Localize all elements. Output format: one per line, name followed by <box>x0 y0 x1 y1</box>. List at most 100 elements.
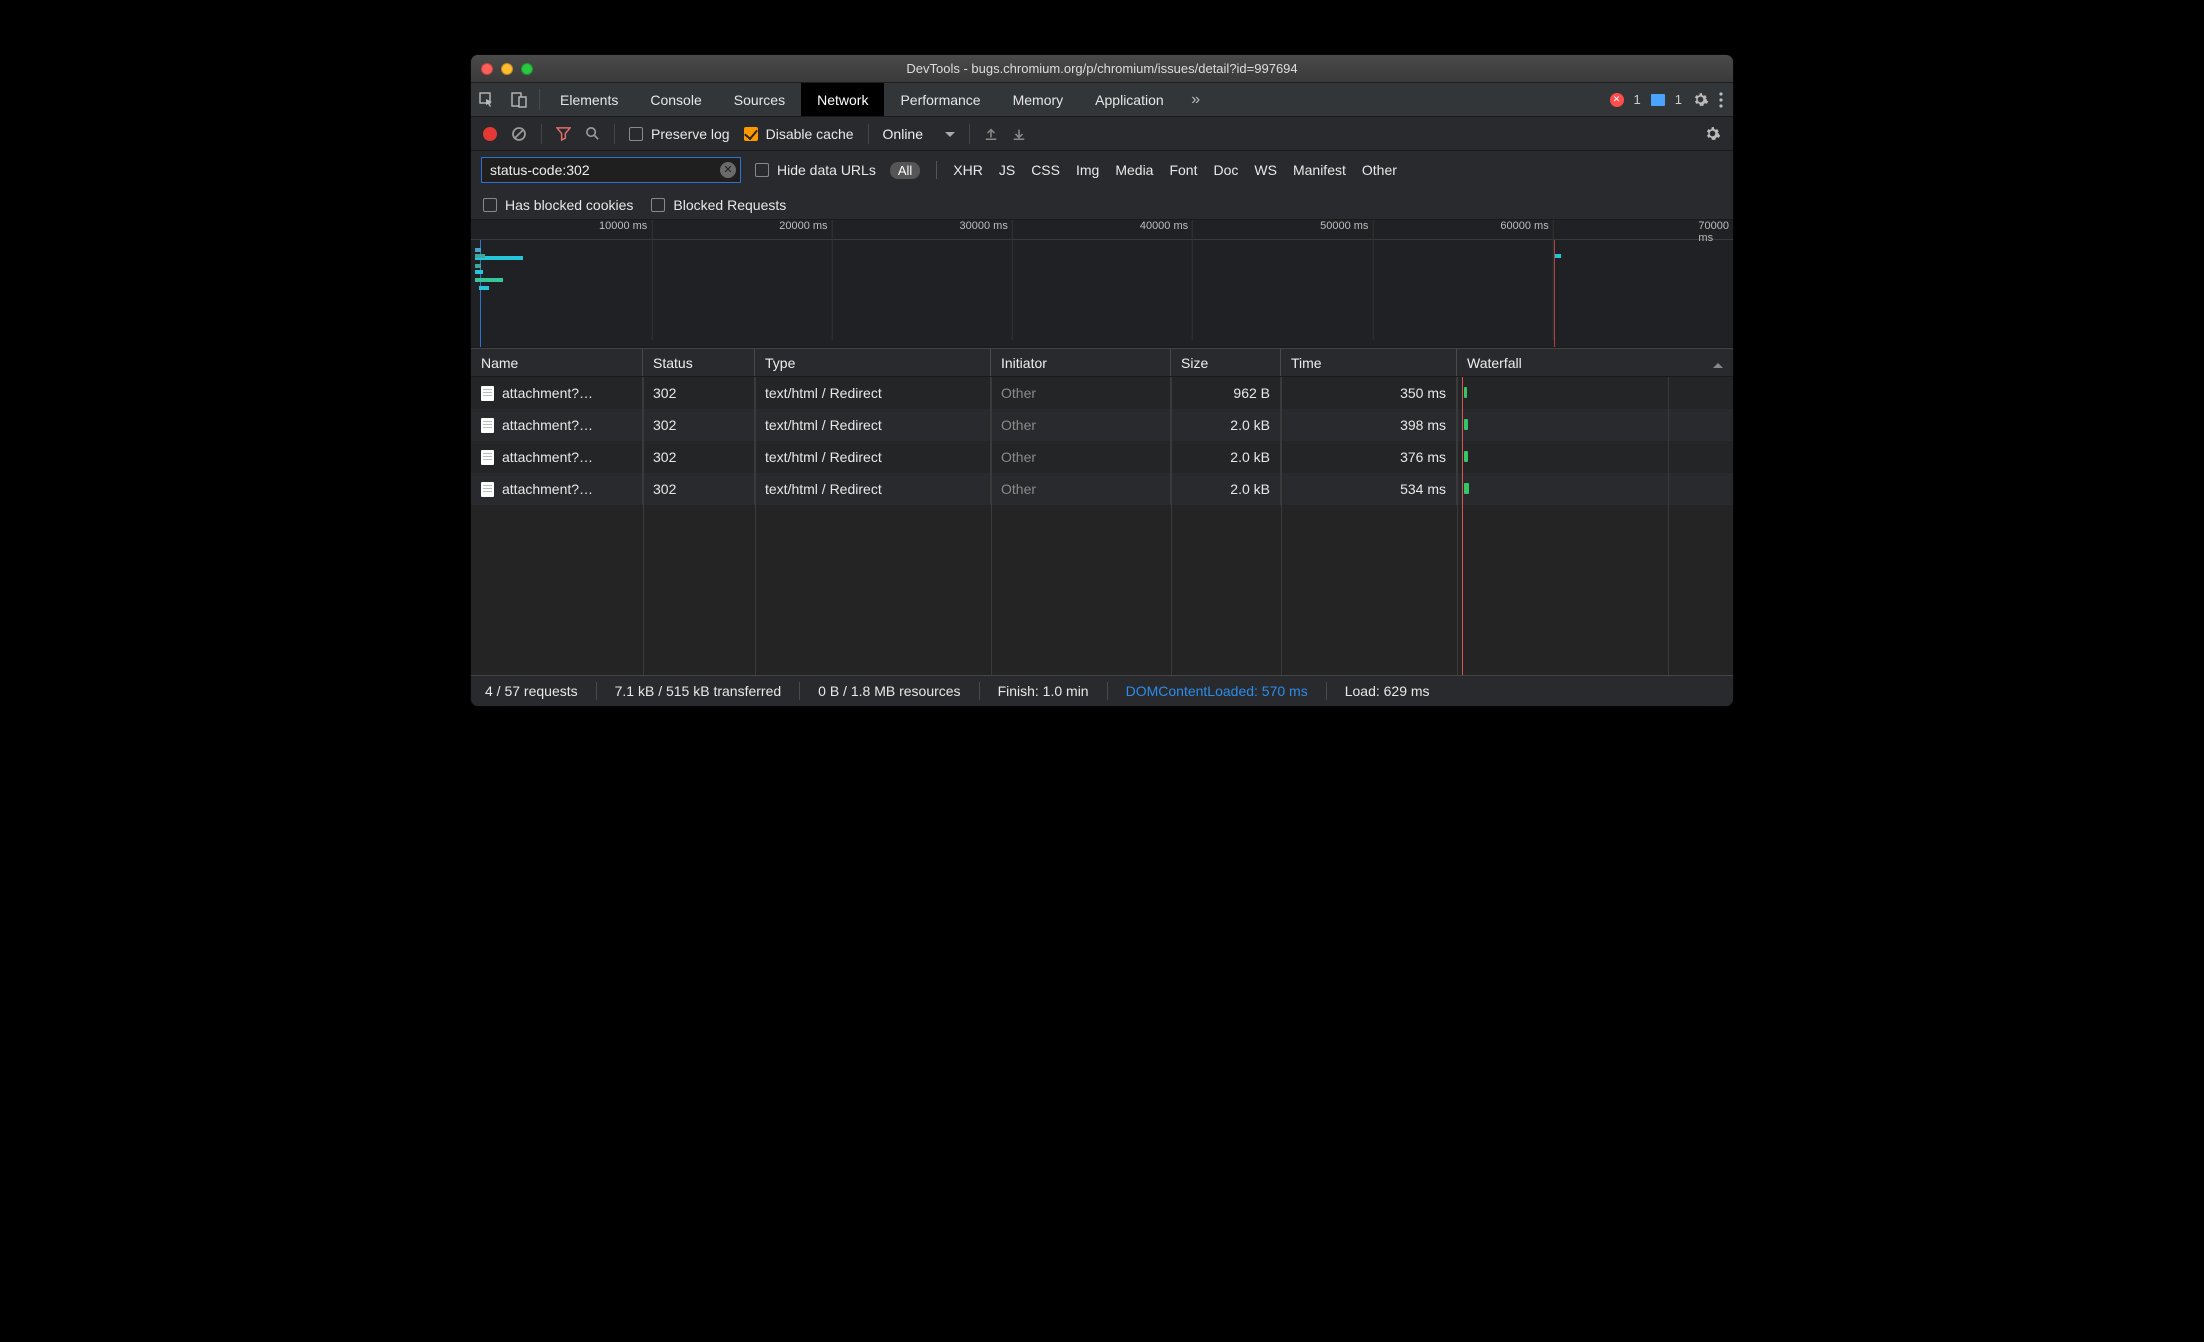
col-header-waterfall[interactable]: Waterfall <box>1457 349 1733 376</box>
checkbox-checked-icon <box>744 127 758 141</box>
type-filter-other[interactable]: Other <box>1362 162 1397 178</box>
col-header-type[interactable]: Type <box>755 349 991 376</box>
errors-count[interactable]: 1 <box>1634 92 1641 107</box>
window-titlebar: DevTools - bugs.chromium.org/p/chromium/… <box>471 55 1733 83</box>
sort-asc-icon <box>1713 358 1723 368</box>
requests-table-body: attachment?… 302 text/html / Redirect Other… <box>471 377 1733 675</box>
cell-name: attachment?… <box>502 385 593 401</box>
checkbox-unchecked-icon <box>629 127 643 141</box>
preserve-log-checkbox[interactable]: Preserve log <box>629 126 730 142</box>
search-icon[interactable] <box>585 126 600 141</box>
file-icon <box>481 418 494 433</box>
table-row[interactable]: attachment?…302text/html / RedirectOther… <box>471 473 1733 505</box>
cell-status: 302 <box>653 417 676 433</box>
cell-initiator: Other <box>1001 417 1036 433</box>
col-header-initiator[interactable]: Initiator <box>991 349 1171 376</box>
type-filter-js[interactable]: JS <box>999 162 1015 178</box>
overview-tick: 50000 ms <box>1320 220 1372 232</box>
type-filter-ws[interactable]: WS <box>1254 162 1277 178</box>
type-filter-media[interactable]: Media <box>1115 162 1153 178</box>
table-row[interactable]: attachment?… 302 text/html / Redirect Other… <box>471 409 1733 441</box>
type-filter-img[interactable]: Img <box>1076 162 1099 178</box>
clear-filter-icon[interactable]: ✕ <box>720 162 736 178</box>
has-blocked-cookies-checkbox[interactable]: Has blocked cookies <box>483 197 633 213</box>
cell-status: 302 <box>653 385 676 401</box>
type-filter-manifest[interactable]: Manifest <box>1293 162 1346 178</box>
blocked-requests-checkbox[interactable]: Blocked Requests <box>651 197 786 213</box>
messages-count[interactable]: 1 <box>1675 92 1682 107</box>
type-filter-css[interactable]: CSS <box>1031 162 1060 178</box>
type-filter-doc[interactable]: Doc <box>1213 162 1238 178</box>
main-tabstrip: ElementsConsoleSourcesNetworkPerformance… <box>471 83 1733 117</box>
clear-button-icon[interactable] <box>511 126 527 142</box>
col-header-size[interactable]: Size <box>1171 349 1281 376</box>
inspect-element-icon[interactable] <box>471 83 503 116</box>
filter-funnel-icon[interactable] <box>556 126 571 141</box>
cell-type: text/html / Redirect <box>765 385 882 401</box>
settings-gear-icon[interactable] <box>1692 91 1709 108</box>
cell-initiator: Other <box>1001 449 1036 465</box>
tab-application[interactable]: Application <box>1079 83 1180 116</box>
more-menu-icon[interactable] <box>1719 92 1723 108</box>
network-statusbar: 4 / 57 requests 7.1 kB / 515 kB transfer… <box>471 675 1733 706</box>
cell-status: 302 <box>653 481 676 497</box>
table-row[interactable]: attachment?…302text/html / RedirectOther… <box>471 441 1733 473</box>
disable-cache-checkbox[interactable]: Disable cache <box>744 126 854 142</box>
network-overview[interactable]: 10000 ms20000 ms30000 ms40000 ms50000 ms… <box>471 220 1733 348</box>
cell-size: 2.0 kB <box>1230 417 1270 433</box>
tab-memory[interactable]: Memory <box>997 83 1080 116</box>
filter-bar: ✕ Hide data URLs All XHR JS CSS Img Media Fon… <box>471 151 1733 220</box>
tab-network[interactable]: Network <box>801 83 884 116</box>
checkbox-unchecked-icon <box>483 198 497 212</box>
file-icon <box>481 450 494 465</box>
cell-type: text/html / Redirect <box>765 481 882 497</box>
type-filter-all[interactable]: All <box>890 162 920 179</box>
tab-console[interactable]: Console <box>634 83 717 116</box>
upload-har-icon[interactable] <box>984 127 998 141</box>
status-load: Load: 629 ms <box>1345 683 1430 699</box>
col-header-time[interactable]: Time <box>1281 349 1457 376</box>
tab-elements[interactable]: Elements <box>544 83 634 116</box>
cell-status: 302 <box>653 449 676 465</box>
status-resources: 0 B / 1.8 MB resources <box>818 683 960 699</box>
overview-tick: 20000 ms <box>779 220 831 232</box>
cell-size: 2.0 kB <box>1230 481 1270 497</box>
cell-size: 2.0 kB <box>1230 449 1270 465</box>
cell-initiator: Other <box>1001 481 1036 497</box>
col-header-name[interactable]: Name <box>471 349 643 376</box>
checkbox-unchecked-icon <box>651 198 665 212</box>
hide-data-urls-checkbox[interactable]: Hide data URLs <box>755 162 876 178</box>
chevron-down-icon <box>945 126 955 142</box>
file-icon <box>481 386 494 401</box>
network-toolbar: Preserve log Disable cache Online <box>471 117 1733 151</box>
type-filters: All XHR JS CSS Img Media Font Doc WS Manifest Oth… <box>890 161 1397 179</box>
has-blocked-cookies-label: Has blocked cookies <box>505 197 633 213</box>
filter-input-wrap: ✕ <box>481 157 741 183</box>
type-filter-font[interactable]: Font <box>1169 162 1197 178</box>
error-badge-icon[interactable]: ✕ <box>1610 93 1624 107</box>
overflow-tabs-button[interactable]: » <box>1180 83 1212 116</box>
cell-time: 534 ms <box>1400 481 1446 497</box>
preserve-log-label: Preserve log <box>651 126 730 142</box>
cell-type: text/html / Redirect <box>765 417 882 433</box>
overview-tick: 70000 ms <box>1698 220 1733 244</box>
tab-performance[interactable]: Performance <box>884 83 996 116</box>
status-finish: Finish: 1.0 min <box>998 683 1089 699</box>
filter-input[interactable] <box>481 157 741 183</box>
record-button[interactable] <box>483 127 497 141</box>
cell-size: 962 B <box>1233 385 1270 401</box>
tab-sources[interactable]: Sources <box>718 83 801 116</box>
network-settings-gear-icon[interactable] <box>1704 125 1721 142</box>
cell-name: attachment?… <box>502 417 593 433</box>
status-domcontentloaded: DOMContentLoaded: 570 ms <box>1126 683 1308 699</box>
throttling-select[interactable]: Online <box>883 126 955 142</box>
download-har-icon[interactable] <box>1012 127 1026 141</box>
col-header-status[interactable]: Status <box>643 349 755 376</box>
table-row[interactable]: attachment?… 302 text/html / Redirect Other… <box>471 377 1733 409</box>
cell-initiator: Other <box>1001 385 1036 401</box>
type-filter-xhr[interactable]: XHR <box>953 162 983 178</box>
hide-data-urls-label: Hide data URLs <box>777 162 876 178</box>
cell-time: 350 ms <box>1400 385 1446 401</box>
device-toolbar-icon[interactable] <box>503 83 535 116</box>
messages-icon[interactable] <box>1651 94 1665 106</box>
